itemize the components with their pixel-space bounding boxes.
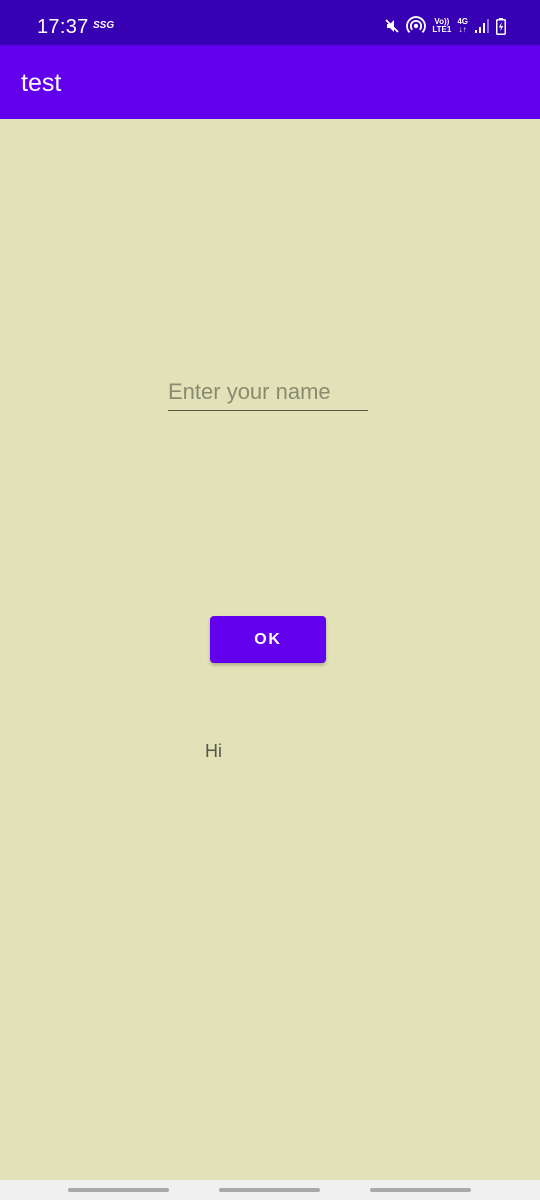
status-bar: 17:37 SSG Vo)) LTE1 4G ↓↑: [0, 0, 540, 45]
status-icons: Vo)) LTE1 4G ↓↑: [384, 14, 506, 38]
carrier-tag: SSG: [93, 20, 115, 31]
app-title: test: [21, 69, 62, 97]
name-field[interactable]: [168, 374, 368, 411]
network-indicator: 4G ↓↑: [457, 18, 468, 34]
greeting-text: Hi: [205, 741, 222, 761]
hotspot-icon: [406, 16, 427, 36]
mute-icon: [384, 18, 400, 34]
nav-back-button[interactable]: [370, 1188, 471, 1192]
volte-indicator: Vo)) LTE1: [432, 18, 451, 34]
battery-charging-icon: [496, 17, 506, 35]
status-time: 17:37: [37, 16, 89, 38]
app-bar: test: [0, 45, 540, 119]
name-input[interactable]: [168, 374, 368, 410]
nav-recents-button[interactable]: [68, 1188, 169, 1192]
data-arrows: ↓↑: [458, 25, 467, 34]
nav-home-button[interactable]: [219, 1188, 320, 1192]
ok-button[interactable]: OK: [210, 616, 326, 663]
signal-icon: [474, 19, 490, 33]
lte-label: LTE1: [432, 25, 452, 34]
navigation-bar: [0, 1180, 540, 1200]
